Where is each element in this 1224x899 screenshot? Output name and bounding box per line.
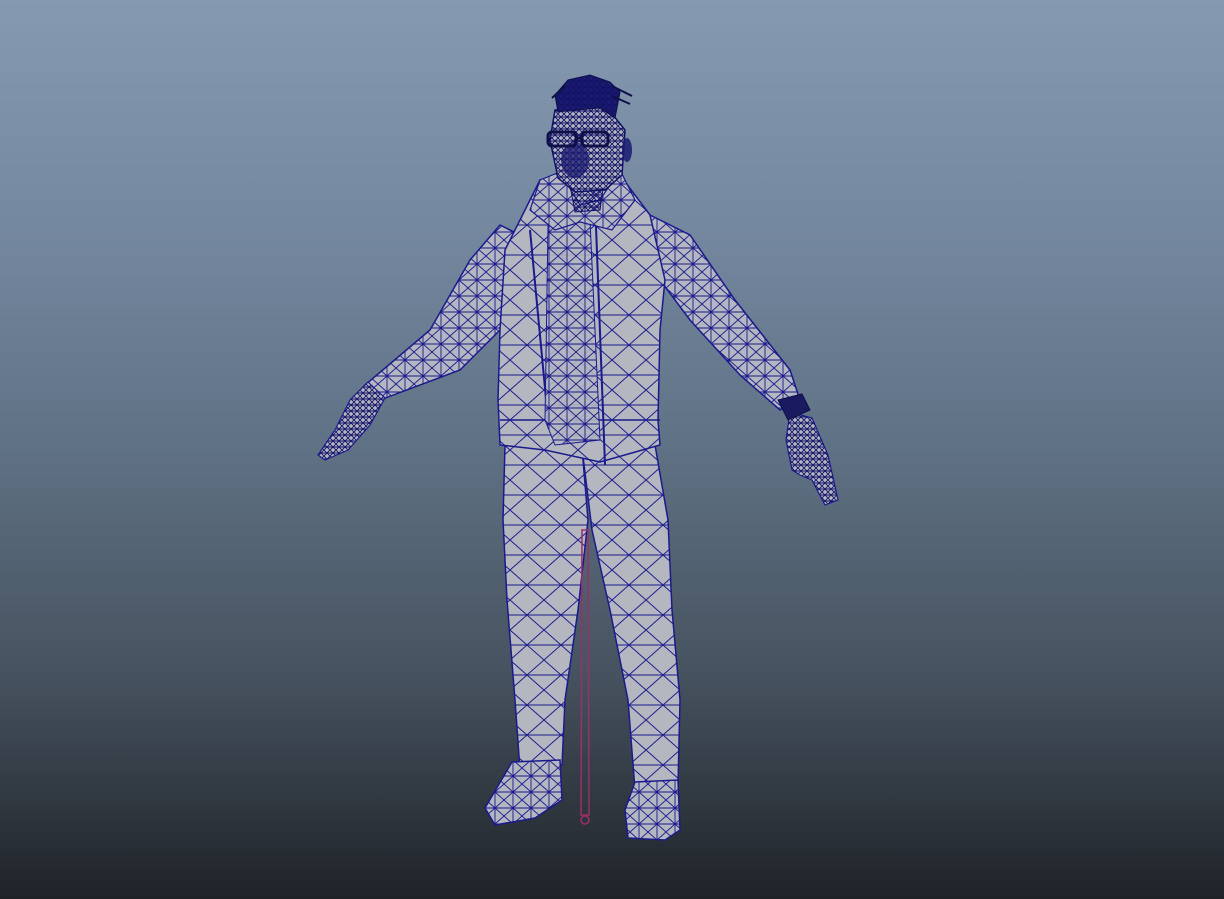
viewport-scene: [317, 74, 839, 841]
3d-viewport[interactable]: [0, 0, 1224, 899]
shirt-mesh: [544, 219, 601, 446]
root-joint[interactable]: [580, 529, 590, 825]
pants-mesh: [502, 444, 681, 791]
right-arm-mesh: [649, 213, 801, 411]
